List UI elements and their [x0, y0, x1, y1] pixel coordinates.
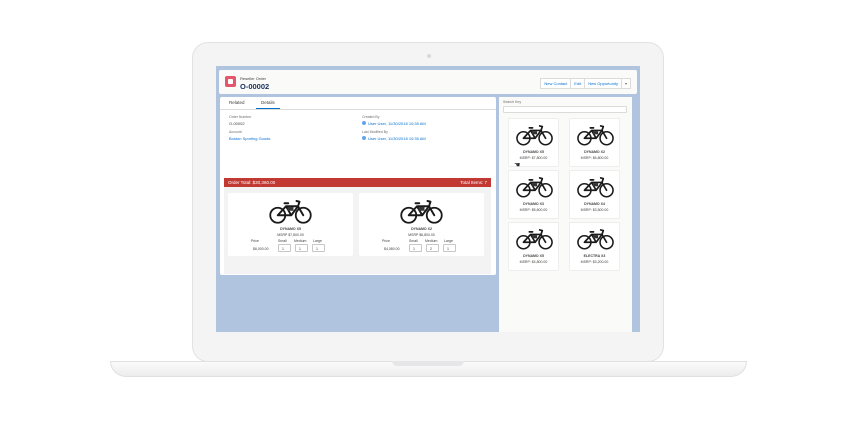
camera-dot: [427, 54, 431, 58]
order-total-bar: Order Total: $30,360.00 Total Items: 7: [224, 178, 491, 187]
order-number-value: O-00002: [229, 121, 245, 126]
created-by-value[interactable]: User User, 11/30/2018 10:35 AM: [368, 121, 426, 126]
line-item-price: $4,080.00: [384, 247, 400, 251]
qty-medium-input[interactable]: 1: [295, 244, 308, 252]
product-name: DYNAMO X3: [523, 202, 544, 206]
tab-related[interactable]: Related: [229, 100, 245, 105]
qty-large-input[interactable]: 1: [443, 244, 456, 252]
last-modified-label: Last Modified By: [362, 130, 388, 134]
product-name: DYNAMO X5: [523, 150, 544, 154]
product-name: ELECTRA X3: [583, 254, 606, 258]
line-item-name: DYNAMO X5: [280, 227, 301, 231]
new-contact-button[interactable]: New Contact: [540, 78, 572, 89]
size-small-header: Small: [409, 239, 418, 243]
edit-button[interactable]: Edit: [570, 78, 586, 89]
user-avatar-icon: [362, 121, 366, 125]
active-tab-indicator: [256, 108, 280, 109]
qty-small-input[interactable]: 1: [409, 244, 422, 252]
price-header: Price: [251, 239, 259, 243]
product-tile[interactable]: DYNAMO X2 MSRP: $6,800.00: [569, 118, 620, 167]
size-large-header: Large: [313, 239, 322, 243]
object-type-label: Reseller Order: [240, 76, 267, 81]
product-tile[interactable]: DYNAMO X3 MSRP: $5,600.00: [508, 170, 559, 219]
last-modified-value[interactable]: User User, 11/30/2018 10:35 AM: [368, 136, 426, 141]
size-small-header: Small: [278, 239, 287, 243]
product-msrp: MSRP: $7,800.00: [519, 156, 548, 160]
product-name: DYNAMO X2: [584, 150, 605, 154]
bike-image: [576, 123, 615, 147]
account-label: Account: [229, 130, 242, 134]
order-number-label: Order Number: [229, 115, 252, 119]
account-link[interactable]: Boston Sporting Goods: [229, 136, 270, 141]
hand-cursor-icon: ☚: [514, 162, 521, 169]
product-tile[interactable]: DYNAMO X5 MSRP: $7,800.00: [508, 118, 559, 167]
header-button-group: New Contact Edit New Opportunity ▾: [540, 78, 631, 89]
size-medium-header: Medium: [425, 239, 438, 243]
line-item-msrp: MSRP $7,800.00: [277, 233, 304, 237]
bike-image: [576, 175, 615, 199]
product-name: DYNAMO X5: [523, 254, 544, 258]
order-object-icon: [225, 76, 236, 87]
created-by-label: Created By: [362, 115, 380, 119]
bike-image: [515, 123, 554, 147]
order-total: Order Total: $30,360.00: [228, 180, 276, 185]
record-header: Reseller Order O-00002 New Contact Edit …: [219, 70, 637, 94]
bike-image: [515, 227, 554, 251]
bike-image: [576, 227, 615, 251]
tab-details[interactable]: Details: [261, 100, 275, 105]
more-actions-chevron-down-icon[interactable]: ▾: [620, 78, 631, 89]
order-line-item: DYNAMO X2 MSRP $6,800.00 Price Small Med…: [359, 193, 484, 256]
tab-bar: Related Details: [220, 97, 496, 110]
product-msrp: MSRP: $6,800.00: [580, 156, 609, 160]
total-items: Total Items: 7: [460, 180, 487, 185]
app-screen: Reseller Order O-00002 New Contact Edit …: [216, 66, 640, 332]
record-title: O-00002: [240, 82, 270, 91]
bike-image: [398, 198, 445, 225]
line-item-msrp: MSRP $6,800.00: [408, 233, 435, 237]
search-key-label: Search Key: [503, 100, 522, 104]
new-opportunity-button[interactable]: New Opportunity: [584, 78, 622, 89]
search-key-input[interactable]: [503, 106, 627, 113]
line-item-name: DYNAMO X2: [411, 227, 432, 231]
product-picker-panel: Search Key DYNAMO X5 MSRP: $7,800.00 DYN…: [499, 97, 632, 332]
bike-image: [515, 175, 554, 199]
qty-small-input[interactable]: 1: [278, 244, 291, 252]
bike-image: [267, 198, 314, 225]
order-line-item: DYNAMO X5 MSRP $7,800.00 Price Small Med…: [228, 193, 353, 256]
product-msrp: MSRP: $3,200.00: [580, 260, 609, 264]
size-large-header: Large: [444, 239, 453, 243]
product-msrp: MSRP: $4,800.00: [519, 260, 548, 264]
product-tile[interactable]: DYNAMO X4 MSRP: $3,500.00: [569, 170, 620, 219]
line-item-price: $6,000.00: [253, 247, 269, 251]
product-msrp: MSRP: $5,600.00: [519, 208, 548, 212]
qty-medium-input[interactable]: 2: [426, 244, 439, 252]
product-name: DYNAMO X4: [584, 202, 605, 206]
details-card: Related Details Order Number O-00002 Cre…: [220, 97, 496, 275]
product-tile[interactable]: DYNAMO X5 MSRP: $4,800.00: [508, 222, 559, 271]
size-medium-header: Medium: [294, 239, 307, 243]
user-avatar-icon: [362, 136, 366, 140]
price-header: Price: [382, 239, 390, 243]
product-tile[interactable]: ELECTRA X3 MSRP: $3,200.00: [569, 222, 620, 271]
qty-large-input[interactable]: 1: [312, 244, 325, 252]
product-msrp: MSRP: $3,500.00: [580, 208, 609, 212]
laptop-notch: [392, 361, 464, 366]
order-items-area: DYNAMO X5 MSRP $7,800.00 Price Small Med…: [224, 187, 491, 274]
